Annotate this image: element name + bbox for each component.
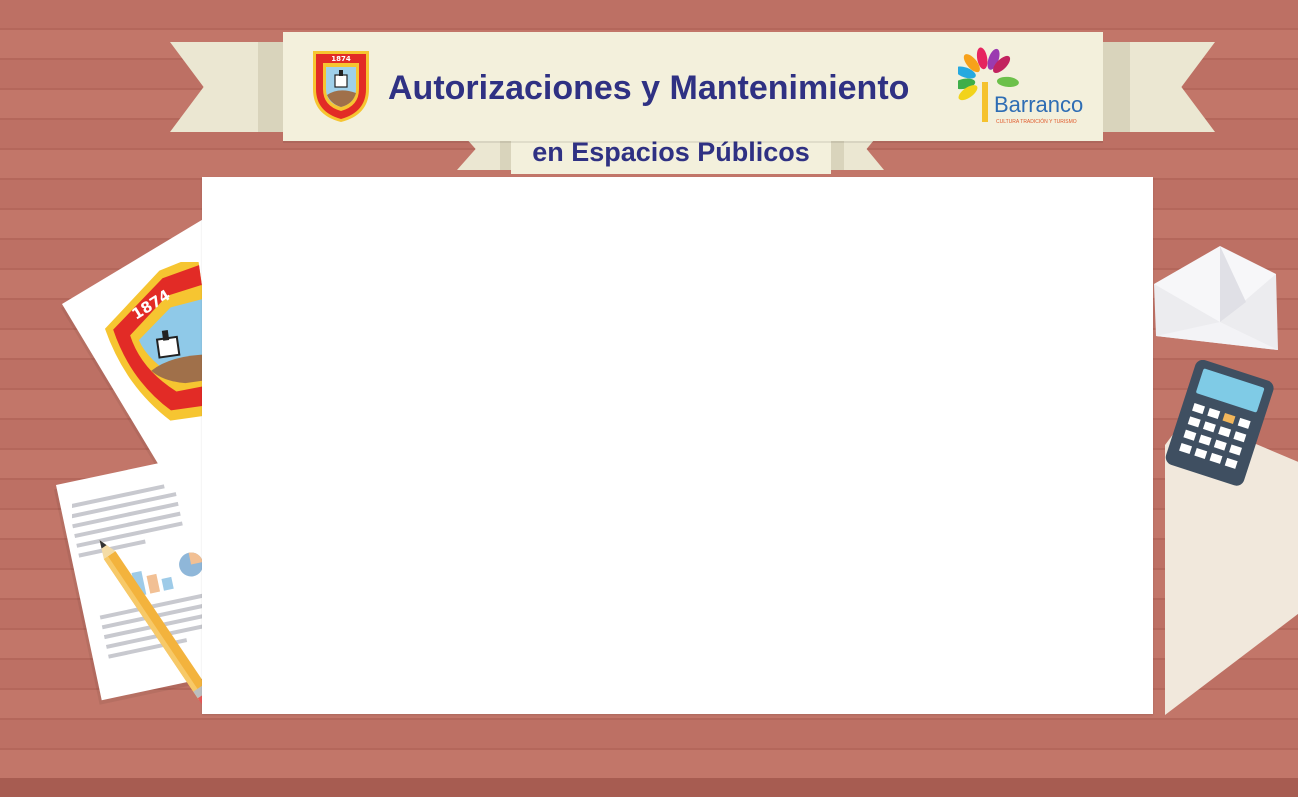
- ribbon-fold-right: [1100, 42, 1130, 132]
- barranco-name: Barranco: [994, 92, 1083, 117]
- barranco-logo-icon: Barranco CULTURA TRADICIÓN Y TURISMO: [958, 47, 1083, 125]
- envelope-icon: [1154, 246, 1278, 350]
- barranco-tagline: CULTURA TRADICIÓN Y TURISMO: [996, 118, 1077, 125]
- desk-edge: [0, 778, 1298, 797]
- logo-year-text: 1874: [331, 55, 351, 63]
- banner-title: Autorizaciones y Mantenimiento: [388, 69, 910, 107]
- content-board: [202, 177, 1153, 714]
- municipal-crest-icon: 1874: [313, 51, 369, 122]
- calculator-icon: [1165, 360, 1274, 486]
- pencil-icon: [99, 540, 214, 705]
- paper-crest-icon: 1874 MUNICIPALIDAD: [104, 262, 210, 432]
